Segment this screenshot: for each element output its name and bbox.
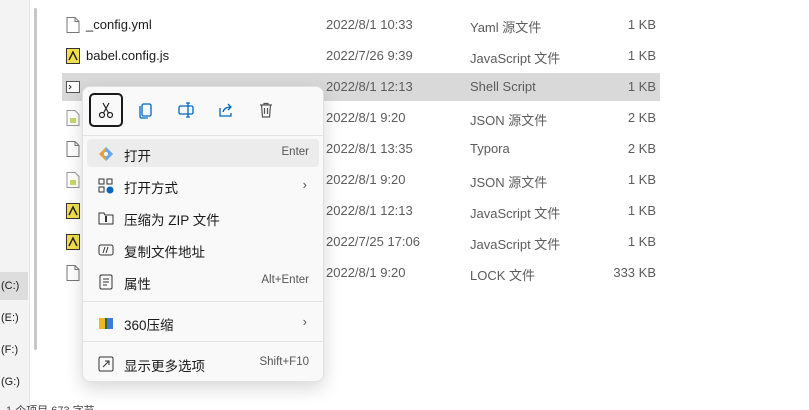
file-size: 333 KB — [613, 265, 656, 280]
file-name: babel.config.js — [86, 48, 170, 63]
file-size: 1 KB — [627, 17, 656, 32]
file-date: 2022/8/1 10:33 — [326, 17, 413, 32]
file-type: LOCK 文件 — [470, 268, 536, 283]
file-icon — [66, 17, 80, 33]
file-icon — [66, 141, 80, 157]
file-row[interactable]: _config.yml 2022/8/1 10:33 Yaml 源文件 1 KB — [62, 11, 660, 39]
rename-icon — [178, 102, 194, 118]
nav-scrollbar[interactable] — [34, 8, 37, 350]
js-file-icon — [66, 48, 80, 64]
file-type: JSON 源文件 — [470, 175, 548, 190]
file-size: 1 KB — [627, 234, 656, 249]
cut-icon — [98, 102, 114, 119]
copy-icon — [139, 103, 152, 119]
open-with-icon — [97, 177, 114, 194]
file-type: JavaScript 文件 — [470, 206, 561, 221]
file-size: 1 KB — [627, 48, 656, 63]
file-date: 2022/8/1 12:13 — [326, 203, 413, 218]
js-file-icon — [66, 234, 80, 250]
file-size: 2 KB — [627, 110, 656, 125]
file-date: 2022/8/1 9:20 — [326, 172, 406, 187]
file-date: 2022/8/1 9:20 — [326, 265, 406, 280]
delete-button[interactable] — [249, 93, 283, 127]
json-file-icon — [66, 172, 80, 188]
navigation-pane: (C:) (E:) (F:) (G:) — [0, 0, 30, 410]
menu-item-label: 属性 — [124, 277, 151, 292]
js-file-icon — [66, 203, 80, 219]
file-date: 2022/8/1 9:20 — [326, 110, 406, 125]
context-menu: 打开 Enter 打开方式 › 压缩为 ZIP 文件 复制文件地址 属性 Alt… — [82, 86, 324, 382]
menu-item-properties[interactable]: 属性 Alt+Enter — [87, 267, 319, 295]
menu-item-copy-path[interactable]: 复制文件地址 — [87, 235, 319, 263]
menu-item-shortcut: Shift+F10 — [259, 356, 309, 368]
file-type: JavaScript 文件 — [470, 51, 561, 66]
file-type: JSON 源文件 — [470, 113, 548, 128]
file-date: 2022/7/26 9:39 — [326, 48, 413, 63]
menu-separator — [83, 341, 323, 342]
file-type: Yaml 源文件 — [470, 20, 542, 35]
menu-separator — [83, 301, 323, 302]
json-file-icon — [66, 110, 80, 126]
drive-g[interactable]: (G:) — [0, 368, 28, 396]
menu-item-label: 压缩为 ZIP 文件 — [124, 213, 220, 228]
copy-path-icon — [97, 241, 114, 258]
menu-item-compress-zip[interactable]: 压缩为 ZIP 文件 — [87, 203, 319, 231]
drive-c[interactable]: (C:) — [0, 272, 28, 300]
file-date: 2022/8/1 13:35 — [326, 141, 413, 156]
menu-item-shortcut: Enter — [281, 146, 310, 158]
drive-e[interactable]: (E:) — [0, 304, 28, 332]
rename-button[interactable] — [169, 93, 203, 127]
cut-button[interactable] — [89, 93, 123, 127]
file-size: 1 KB — [627, 79, 656, 94]
menu-item-show-more-options[interactable]: 显示更多选项 Shift+F10 — [87, 349, 319, 377]
menu-item-label: 复制文件地址 — [124, 245, 205, 260]
open-icon — [97, 145, 114, 162]
360-zip-icon — [97, 314, 114, 331]
zip-icon — [97, 209, 114, 226]
chevron-right-icon: › — [302, 177, 307, 192]
file-size: 1 KB — [627, 203, 656, 218]
file-icon — [66, 265, 80, 281]
file-row[interactable]: babel.config.js 2022/7/26 9:39 JavaScrip… — [62, 42, 660, 70]
menu-item-open-with[interactable]: 打开方式 › — [87, 171, 319, 199]
file-date: 2022/7/25 17:06 — [326, 234, 420, 249]
file-date: 2022/8/1 12:13 — [326, 79, 413, 94]
copy-button[interactable] — [129, 93, 163, 127]
file-type: JavaScript 文件 — [470, 237, 561, 252]
delete-icon — [260, 102, 272, 118]
menu-item-label: 打开方式 — [124, 181, 178, 196]
menu-item-label: 打开 — [124, 149, 151, 164]
share-button[interactable] — [209, 93, 243, 127]
share-icon — [219, 103, 232, 117]
file-size: 2 KB — [627, 141, 656, 156]
shell-file-icon — [66, 81, 80, 93]
drive-f[interactable]: (F:) — [0, 336, 28, 364]
menu-item-open[interactable]: 打开 Enter — [87, 139, 319, 167]
file-name: _config.yml — [86, 17, 152, 32]
menu-item-label: 显示更多选项 — [124, 359, 205, 374]
more-options-icon — [97, 355, 114, 372]
menu-item-360-zip[interactable]: 360压缩 › — [87, 308, 319, 336]
status-bar-text: 1 个项目 673 字节 — [6, 402, 95, 410]
menu-item-label: 360压缩 — [124, 318, 174, 333]
chevron-right-icon: › — [302, 314, 307, 329]
file-size: 1 KB — [627, 172, 656, 187]
menu-item-shortcut: Alt+Enter — [261, 274, 309, 286]
properties-icon — [97, 273, 114, 290]
file-type: Shell Script — [470, 79, 536, 94]
file-type: Typora — [470, 141, 510, 156]
menu-separator — [83, 135, 323, 136]
quick-action-bar — [89, 93, 317, 129]
